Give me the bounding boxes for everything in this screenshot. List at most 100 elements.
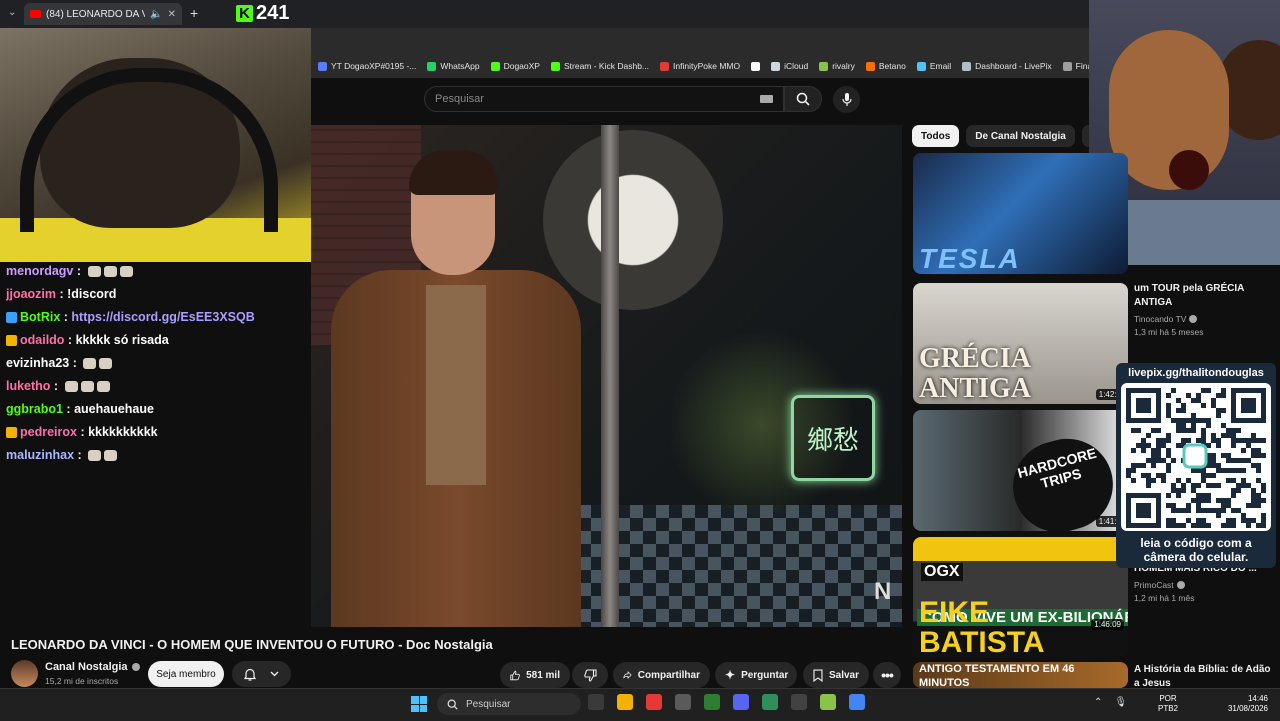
recommendation-info[interactable]: HOMEM MAIS RICO DO ... PrimoCast 1,2 mi … [1134, 562, 1274, 603]
tab-list-chevron-icon[interactable]: ⌄ [8, 7, 16, 18]
taskbar-app-icon[interactable] [675, 694, 691, 710]
tab-title: (84) LEONARDO DA VINCI - [46, 8, 146, 20]
chat-username[interactable]: luketho [6, 379, 50, 393]
chat-username[interactable]: ggbrabo1 [6, 402, 63, 416]
bookmark-item[interactable]: DogaoXP [490, 58, 540, 74]
voice-search-button[interactable] [833, 86, 860, 113]
input-language[interactable]: POR PTB2 [1158, 694, 1178, 714]
chat-username[interactable]: BotRix [20, 310, 60, 324]
subscription-bell-button[interactable] [232, 661, 291, 687]
recommendation-info[interactable]: um TOUR pela GRÉCIA ANTIGA Tinocando TV … [1134, 282, 1274, 337]
bookmark-label: Betano [878, 61, 906, 71]
filter-chip[interactable]: Todos [912, 125, 960, 147]
new-tab-button[interactable]: + [190, 5, 198, 21]
bookmark-item[interactable]: Betano [865, 58, 906, 74]
verified-icon [131, 663, 140, 671]
video-player[interactable]: 鄉愁 [311, 125, 902, 627]
taskbar-app-icon[interactable] [849, 694, 865, 710]
chat-emote-icon [83, 358, 97, 370]
taskbar-search[interactable]: Pesquisar [437, 693, 581, 715]
bookmark-item[interactable]: Finaliza [1062, 58, 1090, 74]
thumbnail-text: TESLA [919, 243, 1021, 274]
bookmark-label: YT DogaoXP#0195 -... [331, 61, 417, 71]
chat-username[interactable]: odaildo [20, 333, 64, 347]
ask-button[interactable]: ✦ Perguntar [715, 662, 797, 688]
bookmark-item[interactable]: iCloud [771, 58, 808, 74]
channel-name[interactable]: Canal Nostalgia [45, 661, 128, 673]
bookmark-item[interactable]: Stream - Kick Dashb... [550, 58, 649, 74]
save-button[interactable]: Salvar [803, 662, 869, 688]
recommendation-thumbnail[interactable]: TESLA [913, 153, 1128, 274]
recommendation-channel: PrimoCast [1134, 580, 1174, 590]
chat-message: evizinha23 : [6, 352, 306, 375]
more-actions-button[interactable]: ••• [873, 662, 901, 688]
chat-username[interactable]: evizinha23 [6, 356, 69, 370]
youtube-favicon-icon [30, 10, 41, 18]
bookmark-favicon-icon [819, 61, 829, 71]
recommendation-thumbnail[interactable]: GRÉCIA ANTIGA 1:42:4 [913, 283, 1128, 404]
bot-badge-icon [6, 312, 17, 324]
recommendation-thumbnail[interactable]: ANTIGO TESTAMENTO EM 46 MINUTOS [913, 662, 1128, 688]
chat-separator: : [69, 356, 81, 370]
search-button[interactable] [784, 86, 822, 112]
subscriber-badge-icon [6, 427, 17, 439]
taskbar-app-icon[interactable] [791, 694, 807, 710]
dislike-button[interactable] [572, 662, 608, 688]
bookmark-label: Email [929, 61, 952, 71]
taskbar-app-icon[interactable] [820, 694, 836, 710]
join-button[interactable]: Seja membro [148, 661, 224, 687]
chat-username[interactable]: jjoaozim [6, 287, 56, 301]
bookmark-item[interactable]: Dashboard - LivePix [962, 58, 1052, 74]
chat-text: !discord [67, 287, 117, 301]
bookmark-item[interactable]: InfinityPoke MMO [660, 58, 740, 74]
chat-text: https://discord.gg/EsEE3XSQB [71, 310, 255, 324]
filter-chip[interactable]: De Canal Nostalgia [966, 125, 1075, 147]
bookmark-item[interactable] [751, 58, 761, 74]
bookmark-item[interactable]: YT DogaoXP#0195 -... [318, 58, 416, 74]
mic-tray-icon[interactable]: 🎙 [1114, 697, 1127, 708]
tab-close-icon[interactable]: ✕ [168, 9, 176, 20]
bookmark-item[interactable]: WhatsApp [427, 58, 480, 74]
speaker-icon[interactable]: 🔈 [150, 9, 162, 20]
taskbar-app-icon[interactable] [617, 694, 633, 710]
system-clock[interactable]: 14:46 31/08/2026 [1222, 694, 1268, 714]
search-icon [796, 92, 810, 106]
chat-emote-icon [88, 450, 102, 462]
recommendation-info[interactable]: A História da Bíblia: de Adão a Jesus [1134, 663, 1274, 691]
clock-time: 14:46 [1247, 694, 1268, 703]
share-button[interactable]: Compartilhar [613, 662, 710, 688]
browser-tab[interactable]: (84) LEONARDO DA VINCI - 🔈 ✕ [24, 3, 182, 25]
chat-username[interactable]: pedreirox [20, 425, 77, 439]
keyboard-icon[interactable] [760, 95, 773, 103]
like-count: 581 mil [526, 669, 560, 681]
recommendation-thumbnail[interactable]: OGX COMO VIVE UM EX-BILIONÁRIO EIKE BATI… [913, 537, 1128, 658]
chat-username[interactable]: menordagv [6, 264, 73, 278]
bookmark-item[interactable]: rivalry [819, 58, 855, 74]
chat-separator: : [62, 402, 75, 416]
windows-start-icon[interactable] [411, 696, 427, 712]
mic-icon [841, 92, 852, 106]
chevron-up-icon[interactable]: ⌃ [1094, 697, 1102, 708]
taskbar-app-icon[interactable] [762, 694, 778, 710]
video-title: LEONARDO DA VINCI - O HOMEM QUE INVENTOU… [11, 637, 493, 652]
taskbar-app-icon[interactable] [733, 694, 749, 710]
taskbar-app-icon[interactable] [588, 694, 604, 710]
chat-separator: : [76, 425, 89, 439]
chat-message: ggbrabo1 : auehauehaue [6, 398, 306, 421]
channel-avatar[interactable] [11, 660, 38, 687]
channel-name-row[interactable]: Canal Nostalgia [45, 661, 140, 673]
taskbar-app-icon[interactable] [646, 694, 662, 710]
bookmark-favicon-icon [962, 61, 972, 71]
recommendation-meta: 1,3 mi há 5 meses [1134, 327, 1204, 337]
stream-chat: menordagv : jjoaozim : !discord BotRix : … [6, 260, 306, 467]
viewer-count: 241 [256, 2, 290, 24]
filter-chip[interactable]: Inver [1081, 125, 1089, 147]
bookmark-item[interactable]: Email [916, 58, 952, 74]
youtube-search-input[interactable]: Pesquisar [424, 86, 784, 112]
recommendation-thumbnail[interactable]: HARDCORE TRIPS 1:41:1 [913, 410, 1128, 531]
thumbnail-text: ANTIGO TESTAMENTO EM 46 MINUTOS [919, 663, 1075, 688]
chat-username[interactable]: maluzinhax [6, 448, 74, 462]
like-button[interactable]: 581 mil [500, 662, 570, 688]
taskbar-apps [588, 694, 865, 710]
taskbar-app-icon[interactable] [704, 694, 720, 710]
